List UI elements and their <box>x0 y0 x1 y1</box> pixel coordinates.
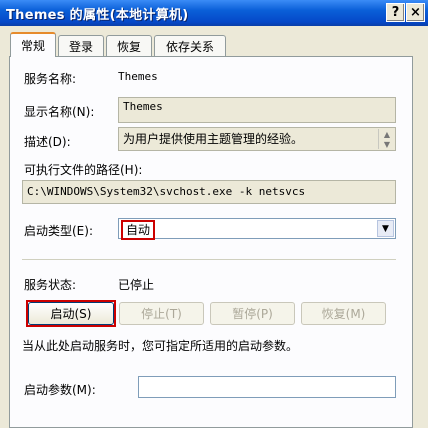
startup-type-label: 启动类型(E): <box>24 224 93 238</box>
start-button[interactable]: 启动(S) <box>28 302 114 325</box>
service-status-label: 服务状态: <box>24 278 77 292</box>
close-icon: × <box>410 5 421 20</box>
section-divider <box>22 259 396 260</box>
path-label: 可执行文件的路径(H): <box>24 163 143 177</box>
title-bar[interactable]: Themes 的属性(本地计算机) ? × <box>0 0 428 26</box>
tab-dependencies[interactable]: 依存关系 <box>154 35 226 56</box>
description-field[interactable]: 为用户提供使用主题管理的经验。 ▲ ▼ <box>118 127 396 151</box>
start-params-input[interactable] <box>138 376 396 398</box>
stop-button[interactable]: 停止(T) <box>119 302 204 325</box>
start-button-label: 启动(S) <box>50 307 92 321</box>
help-icon: ? <box>391 5 400 20</box>
path-value: C:\WINDOWS\System32\svchost.exe -k netsv… <box>27 185 306 198</box>
scroll-up-icon[interactable]: ▲ <box>378 129 395 139</box>
window-title: Themes 的属性(本地计算机) <box>6 8 189 23</box>
tab-label: 登录 <box>68 39 93 54</box>
display-name-field[interactable]: Themes <box>118 97 396 123</box>
tab-label: 恢复 <box>116 39 141 54</box>
resume-button-label: 恢复(M) <box>321 307 366 321</box>
close-button[interactable]: × <box>406 3 425 22</box>
tab-general[interactable]: 常规 <box>10 32 56 57</box>
display-name-value: Themes <box>123 100 163 113</box>
service-name-value: Themes <box>118 70 158 83</box>
service-status-value: 已停止 <box>118 278 155 292</box>
pause-button[interactable]: 暂停(P) <box>210 302 295 325</box>
startup-type-value: 自动 <box>121 220 156 240</box>
resume-button[interactable]: 恢复(M) <box>301 302 386 325</box>
start-params-hint: 当从此处启动服务时，您可指定所适用的启动参数。 <box>22 339 299 353</box>
pause-button-label: 暂停(P) <box>232 307 273 321</box>
startup-type-select[interactable]: 自动 ▼ <box>118 218 396 240</box>
path-field[interactable]: C:\WINDOWS\System32\svchost.exe -k netsv… <box>22 180 396 204</box>
start-button-highlight: 启动(S) <box>26 300 116 327</box>
description-label: 描述(D): <box>24 135 71 149</box>
tab-label: 常规 <box>20 39 45 53</box>
description-value: 为用户提供使用主题管理的经验。 <box>123 132 304 146</box>
chevron-down-icon[interactable]: ▼ <box>377 220 394 237</box>
start-params-label: 启动参数(M): <box>24 383 96 397</box>
tab-label: 依存关系 <box>165 39 214 54</box>
service-name-label: 服务名称: <box>24 72 77 86</box>
tab-logon[interactable]: 登录 <box>58 35 104 56</box>
stop-button-label: 停止(T) <box>141 307 182 321</box>
display-name-label: 显示名称(N): <box>24 105 95 119</box>
help-button[interactable]: ? <box>386 3 405 22</box>
scroll-down-icon[interactable]: ▼ <box>378 139 395 149</box>
tab-recovery[interactable]: 恢复 <box>106 35 152 56</box>
